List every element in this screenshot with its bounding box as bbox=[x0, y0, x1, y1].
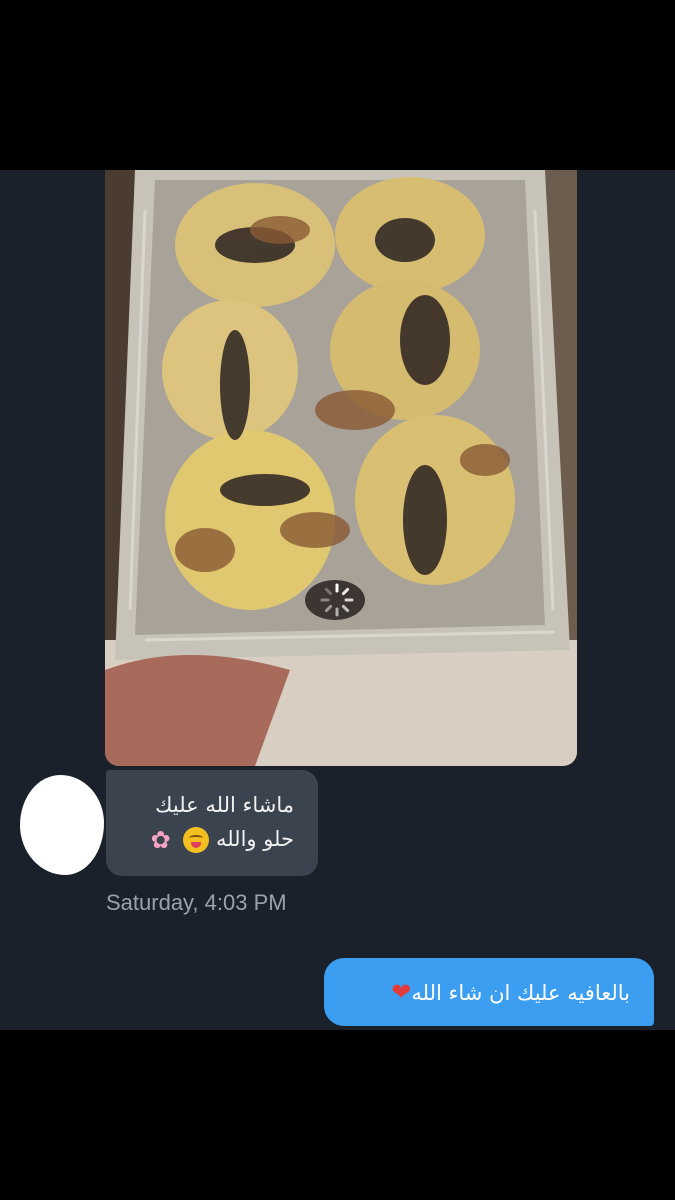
flower-emoji-icon: ✿ bbox=[150, 826, 171, 854]
photo-message[interactable] bbox=[105, 170, 577, 766]
incoming-message-bubble[interactable]: ماشاء الله عليك حلو والله ✿ bbox=[106, 770, 318, 876]
avatar[interactable] bbox=[20, 775, 104, 875]
food-photo bbox=[105, 170, 577, 766]
loading-spinner-icon bbox=[320, 583, 354, 617]
message-timestamp: Saturday, 4:03 PM bbox=[106, 890, 287, 915]
incoming-message-line1: ماشاء الله عليك bbox=[155, 793, 294, 817]
outgoing-message-text: بالعافيه عليك ان شاء الله bbox=[411, 981, 630, 1005]
incoming-message-line2: حلو والله bbox=[215, 827, 294, 851]
chat-area: ماشاء الله عليك حلو والله ✿ Saturday, 4:… bbox=[0, 170, 675, 1030]
outgoing-message-bubble[interactable]: بالعافيه عليك ان شاء الله❤ bbox=[324, 958, 654, 1026]
incoming-message-line2-row: حلو والله ✿ bbox=[106, 822, 294, 856]
yum-face-emoji-icon bbox=[183, 827, 210, 853]
heart-emoji-icon: ❤ bbox=[391, 978, 412, 1006]
